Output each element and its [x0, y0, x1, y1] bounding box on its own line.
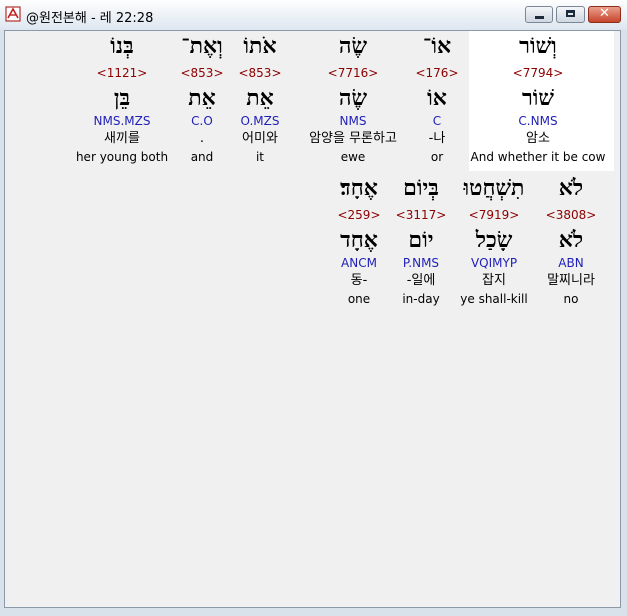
- strong-number: <1121>: [96, 66, 148, 80]
- english-gloss: her young both: [75, 150, 169, 164]
- lemma-word: אֶחָד: [340, 227, 378, 253]
- window-title: @원전본해 - 레 22:28: [26, 11, 154, 26]
- minimize-icon: [535, 16, 544, 19]
- app-icon: [5, 6, 21, 22]
- korean-gloss: 새끼를: [104, 131, 140, 146]
- lemma-word: בֵּן: [113, 85, 131, 111]
- parse-code: ANCM: [341, 256, 377, 270]
- strong-number: <259>: [337, 208, 381, 222]
- parse-code: NMS.MZS: [93, 114, 151, 128]
- hebrew-word: אֶחָד׃: [340, 175, 378, 201]
- close-icon: ✕: [599, 6, 610, 21]
- hebrew-word: בְּנוֹ: [110, 33, 134, 59]
- window-frame: וְשׁוֹר <7794> שׁוֹר C.NMS 암소 And whether it …: [0, 30, 627, 616]
- minimize-button[interactable]: [525, 6, 553, 23]
- interlinear-view[interactable]: וְשׁוֹר <7794> שׁוֹר C.NMS 암소 And whether it …: [4, 30, 621, 608]
- maximize-icon: [566, 10, 575, 17]
- title-bar[interactable]: @원전본해 - 레 22:28 ✕: [0, 0, 627, 31]
- korean-gloss: 동-: [350, 273, 368, 288]
- english-gloss: one: [347, 292, 371, 306]
- maximize-button[interactable]: [556, 6, 585, 23]
- close-button[interactable]: ✕: [588, 6, 621, 23]
